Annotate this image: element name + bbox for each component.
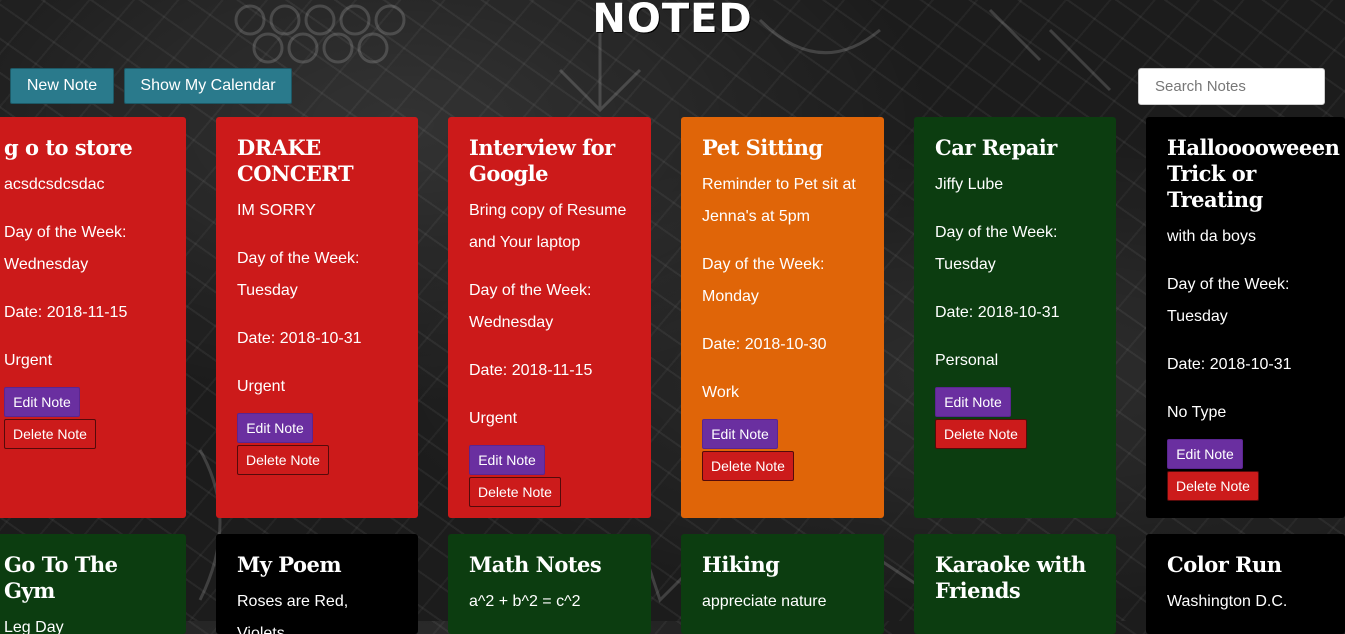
note-day: Wednesday bbox=[469, 314, 554, 331]
note-card: Pet Sitting Reminder to Pet sit at Jenna… bbox=[681, 117, 884, 518]
note-card: DRAKE CONCERT IM SORRY Day of the Week: … bbox=[216, 117, 418, 518]
note-body: Leg Day bbox=[4, 619, 64, 634]
note-body: acsdcsdcsdac bbox=[4, 176, 105, 193]
note-type: Work bbox=[702, 384, 740, 401]
note-body: Roses are Red, Violets bbox=[237, 593, 349, 634]
note-card: Math Notes a^2 + b^2 = c^2 bbox=[448, 534, 651, 634]
delete-note-button[interactable]: Delete Note bbox=[237, 445, 329, 475]
note-title: DRAKE CONCERT bbox=[237, 135, 354, 186]
note-card: Interview for Google Bring copy of Resum… bbox=[448, 117, 651, 518]
delete-note-button[interactable]: Delete Note bbox=[469, 477, 561, 507]
edit-note-button[interactable]: Edit Note bbox=[702, 419, 778, 449]
note-type: No Type bbox=[1167, 404, 1227, 421]
note-card: Go To The Gym Leg Day bbox=[0, 534, 186, 634]
note-day-label: Day of the Week: bbox=[237, 250, 360, 267]
note-day-label: Day of the Week: bbox=[4, 224, 127, 241]
note-body: Jiffy Lube bbox=[935, 176, 1004, 193]
note-title: My Poem bbox=[237, 552, 342, 577]
note-card: Hiking appreciate nature bbox=[681, 534, 884, 634]
note-day-label: Day of the Week: bbox=[935, 224, 1058, 241]
note-body: Washington D.C. bbox=[1167, 593, 1288, 610]
note-day-label: Day of the Week: bbox=[1167, 276, 1290, 293]
edit-note-button[interactable]: Edit Note bbox=[4, 387, 80, 417]
note-date: Date: 2018-10-31 bbox=[237, 330, 362, 347]
note-date: Date: 2018-10-31 bbox=[935, 304, 1060, 321]
note-title: Color Run bbox=[1167, 552, 1282, 577]
note-body: appreciate nature bbox=[702, 593, 827, 610]
delete-note-button[interactable]: Delete Note bbox=[4, 419, 96, 449]
note-title: Go To The Gym bbox=[4, 552, 118, 603]
note-day-label: Day of the Week: bbox=[702, 256, 825, 273]
note-day: Wednesday bbox=[4, 256, 89, 273]
edit-note-button[interactable]: Edit Note bbox=[237, 413, 313, 443]
note-title: Math Notes bbox=[469, 552, 602, 577]
note-body: Reminder to Pet sit at Jenna's at 5pm bbox=[702, 176, 856, 225]
note-card: My Poem Roses are Red, Violets bbox=[216, 534, 418, 634]
edit-note-button[interactable]: Edit Note bbox=[935, 387, 1011, 417]
note-body: a^2 + b^2 = c^2 bbox=[469, 593, 581, 610]
note-card: Karaoke with Friends bbox=[914, 534, 1116, 634]
note-type: Urgent bbox=[237, 378, 286, 395]
note-card: Color Run Washington D.C. bbox=[1146, 534, 1345, 634]
edit-note-button[interactable]: Edit Note bbox=[469, 445, 545, 475]
note-title: Car Repair bbox=[935, 135, 1057, 160]
note-day-label: Day of the Week: bbox=[469, 282, 592, 299]
show-calendar-button[interactable]: Show My Calendar bbox=[124, 68, 292, 104]
note-title: g o to store bbox=[4, 135, 133, 160]
note-day: Monday bbox=[702, 288, 759, 305]
delete-note-button[interactable]: Delete Note bbox=[702, 451, 794, 481]
note-card: Hallooooweeen Trick or Treating with da … bbox=[1146, 117, 1345, 518]
note-title: Karaoke with Friends bbox=[935, 552, 1086, 603]
note-body: with da boys bbox=[1167, 228, 1256, 245]
note-title: Interview for Google bbox=[469, 135, 615, 186]
note-title: Pet Sitting bbox=[702, 135, 823, 160]
note-body: Bring copy of Resume and Your laptop bbox=[469, 202, 627, 251]
note-type: Personal bbox=[935, 352, 999, 369]
note-date: Date: 2018-10-31 bbox=[1167, 356, 1292, 373]
edit-note-button[interactable]: Edit Note bbox=[1167, 439, 1243, 469]
note-type: Urgent bbox=[469, 410, 518, 427]
note-date: Date: 2018-11-15 bbox=[469, 362, 593, 379]
app-title: NOTED bbox=[592, 0, 753, 42]
note-title: Hiking bbox=[702, 552, 780, 577]
note-day: Tuesday bbox=[237, 282, 298, 299]
note-card: g o to store acsdcsdcsdac Day of the Wee… bbox=[0, 117, 186, 518]
note-date: Date: 2018-10-30 bbox=[702, 336, 827, 353]
note-type: Urgent bbox=[4, 352, 53, 369]
note-date: Date: 2018-11-15 bbox=[4, 304, 128, 321]
delete-note-button[interactable]: Delete Note bbox=[935, 419, 1027, 449]
note-card: Car Repair Jiffy Lube Day of the Week: T… bbox=[914, 117, 1116, 518]
delete-note-button[interactable]: Delete Note bbox=[1167, 471, 1259, 501]
note-day: Tuesday bbox=[935, 256, 996, 273]
new-note-button[interactable]: New Note bbox=[10, 68, 114, 104]
note-body: IM SORRY bbox=[237, 202, 316, 219]
search-input[interactable] bbox=[1138, 68, 1325, 105]
note-title: Hallooooweeen Trick or Treating bbox=[1167, 135, 1340, 212]
note-day: Tuesday bbox=[1167, 308, 1228, 325]
